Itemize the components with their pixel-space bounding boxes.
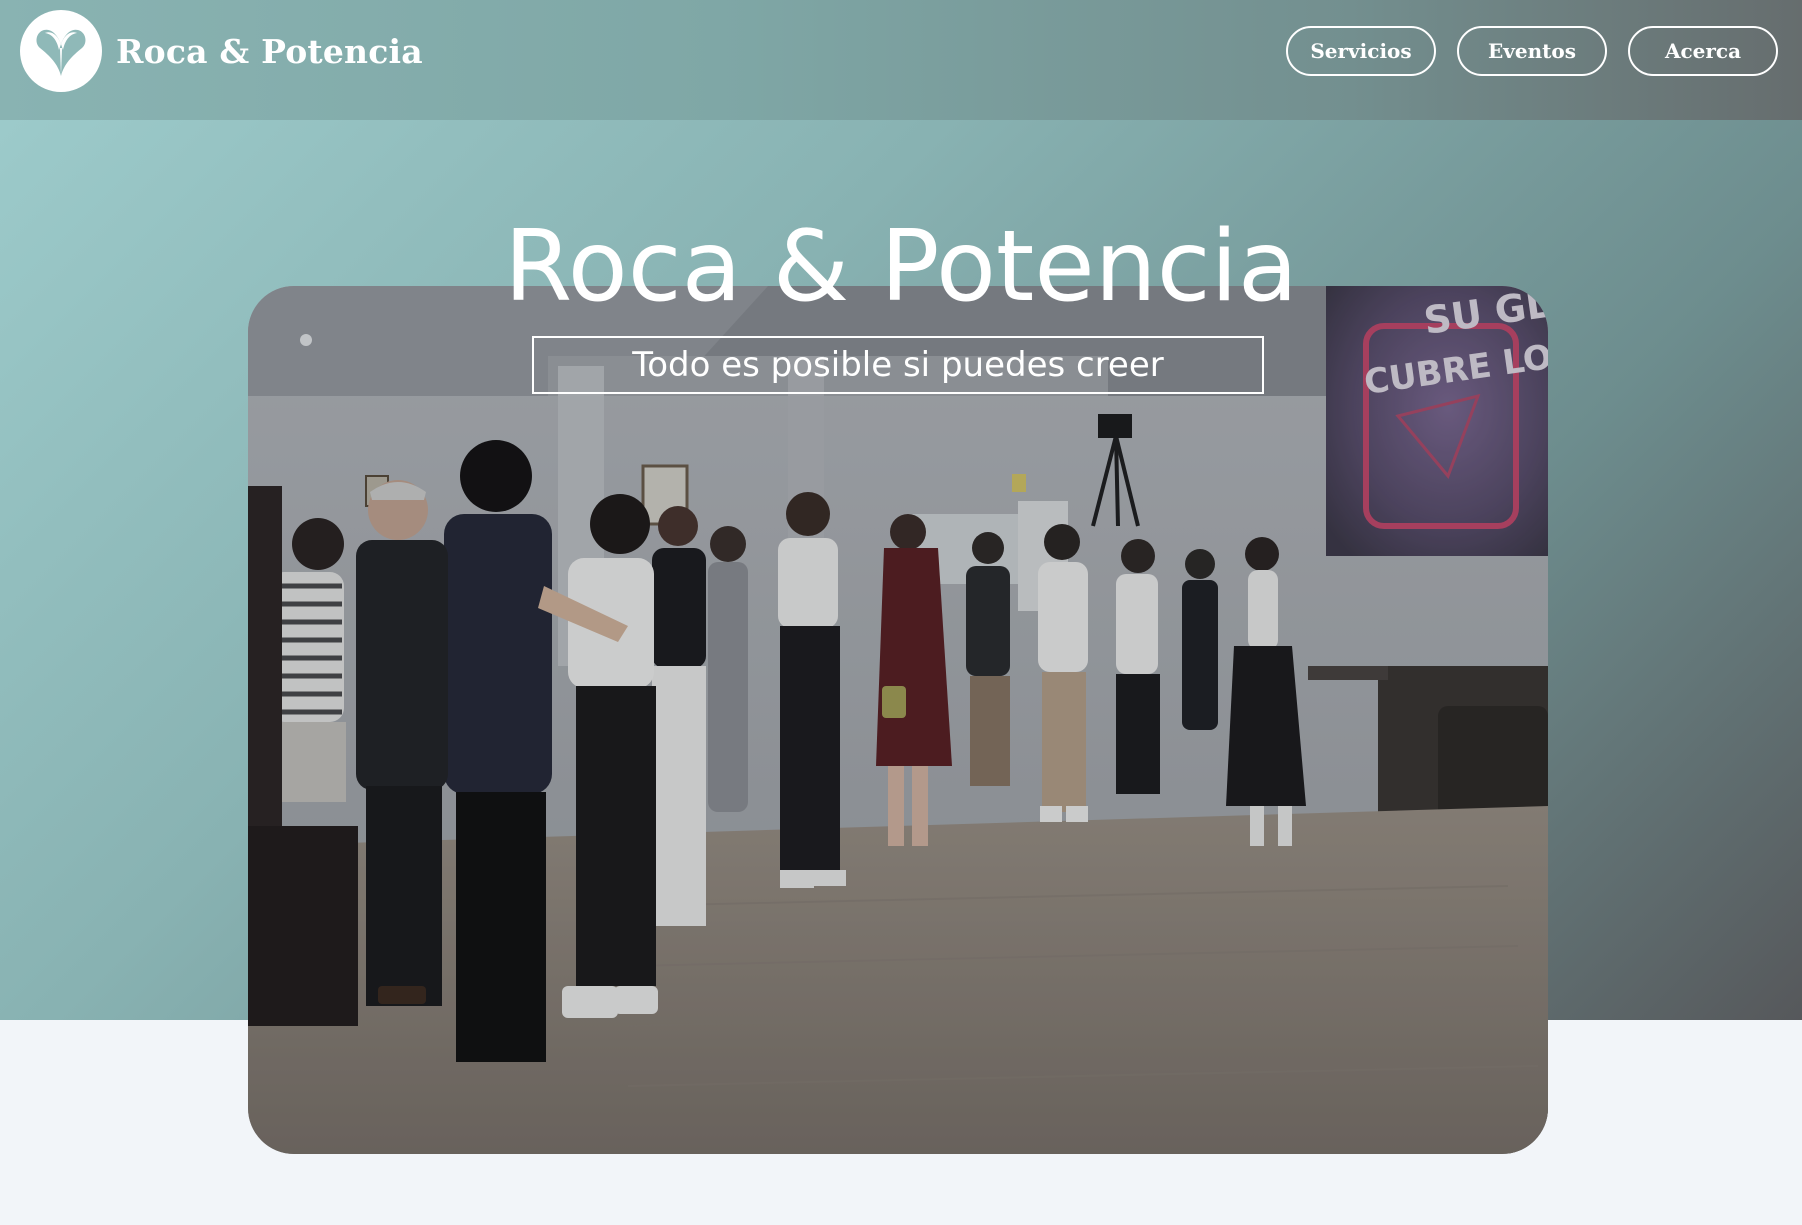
brand-link[interactable]: Roca & Potencia <box>20 10 423 92</box>
brand-name: Roca & Potencia <box>116 31 423 71</box>
nav-eventos-button[interactable]: Eventos <box>1457 26 1607 76</box>
leaf-heart-icon <box>20 10 102 92</box>
site-header: Roca & Potencia Servicios Eventos Acerca <box>0 0 1802 120</box>
hero-subtitle: Todo es posible si puedes creer <box>532 336 1264 394</box>
nav-servicios-button[interactable]: Servicios <box>1286 26 1436 76</box>
main-nav: Servicios Eventos Acerca <box>1286 26 1778 76</box>
hero-photo: SU GL CUBRE LOS <box>248 286 1548 1154</box>
hero-title: Roca & Potencia <box>504 210 1298 324</box>
nav-acerca-button[interactable]: Acerca <box>1628 26 1778 76</box>
